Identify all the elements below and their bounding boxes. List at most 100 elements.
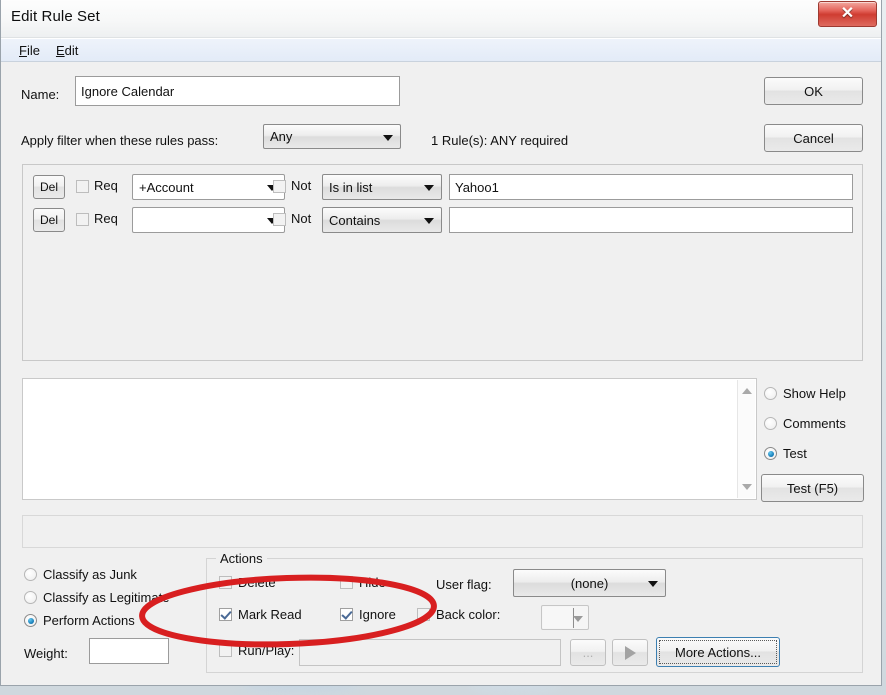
user-flag-label: User flag:: [436, 577, 492, 592]
browse-button-label: ...: [582, 645, 594, 660]
rule-value-input[interactable]: [449, 207, 853, 233]
action-checkbox-run-play[interactable]: Run/Play:: [219, 643, 294, 658]
action-checkbox-back-color[interactable]: Back color:: [417, 607, 500, 622]
action-checkbox-run-play-label: Run/Play:: [238, 643, 295, 658]
mode-radio-comments[interactable]: Comments: [764, 416, 846, 431]
radio-indicator[interactable]: [764, 447, 777, 460]
menu-item-file-label: ile: [26, 42, 40, 58]
apply-filter-value: Any: [270, 129, 293, 144]
rule-value-input[interactable]: Yahoo1: [449, 174, 853, 200]
rule-required-label: Req: [94, 178, 118, 193]
rule-delete-label: Del: [39, 180, 58, 194]
ok-button-label: OK: [804, 83, 823, 99]
scroll-up-arrow-icon[interactable]: [742, 388, 752, 394]
name-label: Name:: [21, 87, 60, 102]
scroll-down-arrow-icon[interactable]: [742, 484, 752, 490]
rules-panel: Del Req +Account Not Is in list Yahoo1 D…: [22, 164, 863, 361]
browse-button[interactable]: ...: [570, 639, 606, 666]
menu-item-file[interactable]: File: [11, 42, 48, 59]
cancel-button-label: Cancel: [793, 130, 834, 146]
rule-delete-button[interactable]: Del: [33, 208, 65, 232]
radio-indicator[interactable]: [24, 591, 37, 604]
ok-button[interactable]: OK: [764, 77, 863, 105]
classify-radio-junk-label: Classify as Junk: [43, 567, 137, 582]
radio-indicator[interactable]: [764, 417, 777, 430]
radio-indicator[interactable]: [764, 387, 777, 400]
chevron-down-icon: [383, 134, 393, 141]
rule-row: Del Req +Account Not Is in list Yahoo1: [33, 173, 854, 201]
output-scrollbar[interactable]: [737, 380, 755, 498]
rule-not-checkbox[interactable]: [273, 213, 286, 226]
mode-radio-test[interactable]: Test: [764, 446, 807, 461]
rule-not-label: Not: [291, 178, 312, 193]
classify-radio-perform-actions-label: Perform Actions: [43, 613, 135, 628]
close-x-icon: ✕: [840, 5, 855, 22]
mode-radio-test-label: Test: [783, 446, 807, 461]
chevron-down-icon: [424, 185, 434, 191]
checkbox-indicator[interactable]: [340, 576, 353, 589]
user-flag-select[interactable]: (none): [513, 569, 666, 597]
weight-label: Weight:: [24, 646, 68, 661]
menu-bar: File Edit: [1, 38, 881, 62]
action-checkbox-delete[interactable]: Delete: [219, 575, 276, 590]
rule-operator-select[interactable]: Is in list: [322, 174, 442, 200]
play-triangle-icon: [624, 645, 636, 660]
apply-filter-select[interactable]: Any: [263, 124, 401, 149]
mode-radio-show-help-label: Show Help: [783, 386, 846, 401]
action-checkbox-hide[interactable]: Hide: [340, 575, 386, 590]
action-checkbox-ignore[interactable]: Ignore: [340, 607, 396, 622]
rule-delete-button[interactable]: Del: [33, 175, 65, 199]
checkbox-indicator[interactable]: [417, 608, 430, 621]
cancel-button[interactable]: Cancel: [764, 124, 863, 152]
run-play-input[interactable]: [299, 639, 561, 666]
checkbox-indicator[interactable]: [219, 644, 232, 657]
chevron-down-icon: [424, 218, 434, 224]
action-checkbox-mark-read[interactable]: Mark Read: [219, 607, 302, 622]
radio-indicator[interactable]: [24, 568, 37, 581]
rule-required-checkbox[interactable]: [76, 213, 89, 226]
rules-status-text: 1 Rule(s): ANY required: [431, 133, 569, 148]
name-input[interactable]: Ignore Calendar: [75, 76, 400, 106]
rule-not-checkbox[interactable]: [273, 180, 286, 193]
menu-item-edit-label: dit: [64, 42, 79, 58]
actions-group: Actions Delete Hide Mark Read Ignore Bac…: [206, 551, 863, 673]
checkbox-indicator[interactable]: [219, 576, 232, 589]
test-button[interactable]: Test (F5): [761, 474, 864, 502]
back-color-picker[interactable]: [541, 605, 589, 630]
classify-radio-junk[interactable]: Classify as Junk: [24, 567, 137, 582]
chevron-down-icon: [648, 581, 658, 587]
actions-group-caption: Actions: [216, 551, 267, 566]
action-checkbox-hide-label: Hide: [359, 575, 386, 590]
rule-required-checkbox[interactable]: [76, 180, 89, 193]
title-bar: Edit Rule Set ✕: [1, 0, 881, 38]
weight-input[interactable]: [89, 638, 169, 664]
rule-delete-label: Del: [39, 213, 58, 227]
chevron-down-icon: [573, 615, 583, 622]
window-title: Edit Rule Set: [11, 8, 100, 25]
edit-rule-set-window: Edit Rule Set ✕ File Edit Name: Ignore C…: [0, 0, 882, 686]
menu-item-edit[interactable]: Edit: [48, 42, 86, 59]
play-button[interactable]: [612, 639, 648, 666]
more-actions-button[interactable]: More Actions...: [656, 637, 780, 667]
rule-row: Del Req Not Contains: [33, 206, 854, 234]
rule-operator-select[interactable]: Contains: [322, 207, 442, 233]
rule-operator-value: Is in list: [329, 179, 373, 195]
radio-indicator[interactable]: [24, 614, 37, 627]
rule-not-label: Not: [291, 211, 312, 226]
rule-field-value: +Account: [139, 179, 194, 195]
output-text-area[interactable]: [22, 378, 757, 500]
checkbox-indicator[interactable]: [219, 608, 232, 621]
mode-radio-show-help[interactable]: Show Help: [764, 386, 846, 401]
classify-radio-perform-actions[interactable]: Perform Actions: [24, 613, 135, 628]
rule-operator-value: Contains: [329, 212, 381, 228]
action-checkbox-delete-label: Delete: [238, 575, 276, 590]
rule-value-text: Yahoo1: [455, 179, 499, 195]
checkbox-indicator[interactable]: [340, 608, 353, 621]
rule-field-select[interactable]: [132, 207, 285, 233]
back-color-swatch: [543, 607, 572, 628]
close-button[interactable]: ✕: [818, 1, 877, 27]
classify-radio-legitimate[interactable]: Classify as Legitimate: [24, 590, 169, 605]
rule-field-select[interactable]: +Account: [132, 174, 285, 200]
name-input-value: Ignore Calendar: [81, 83, 175, 99]
apply-filter-label: Apply filter when these rules pass:: [21, 133, 219, 148]
